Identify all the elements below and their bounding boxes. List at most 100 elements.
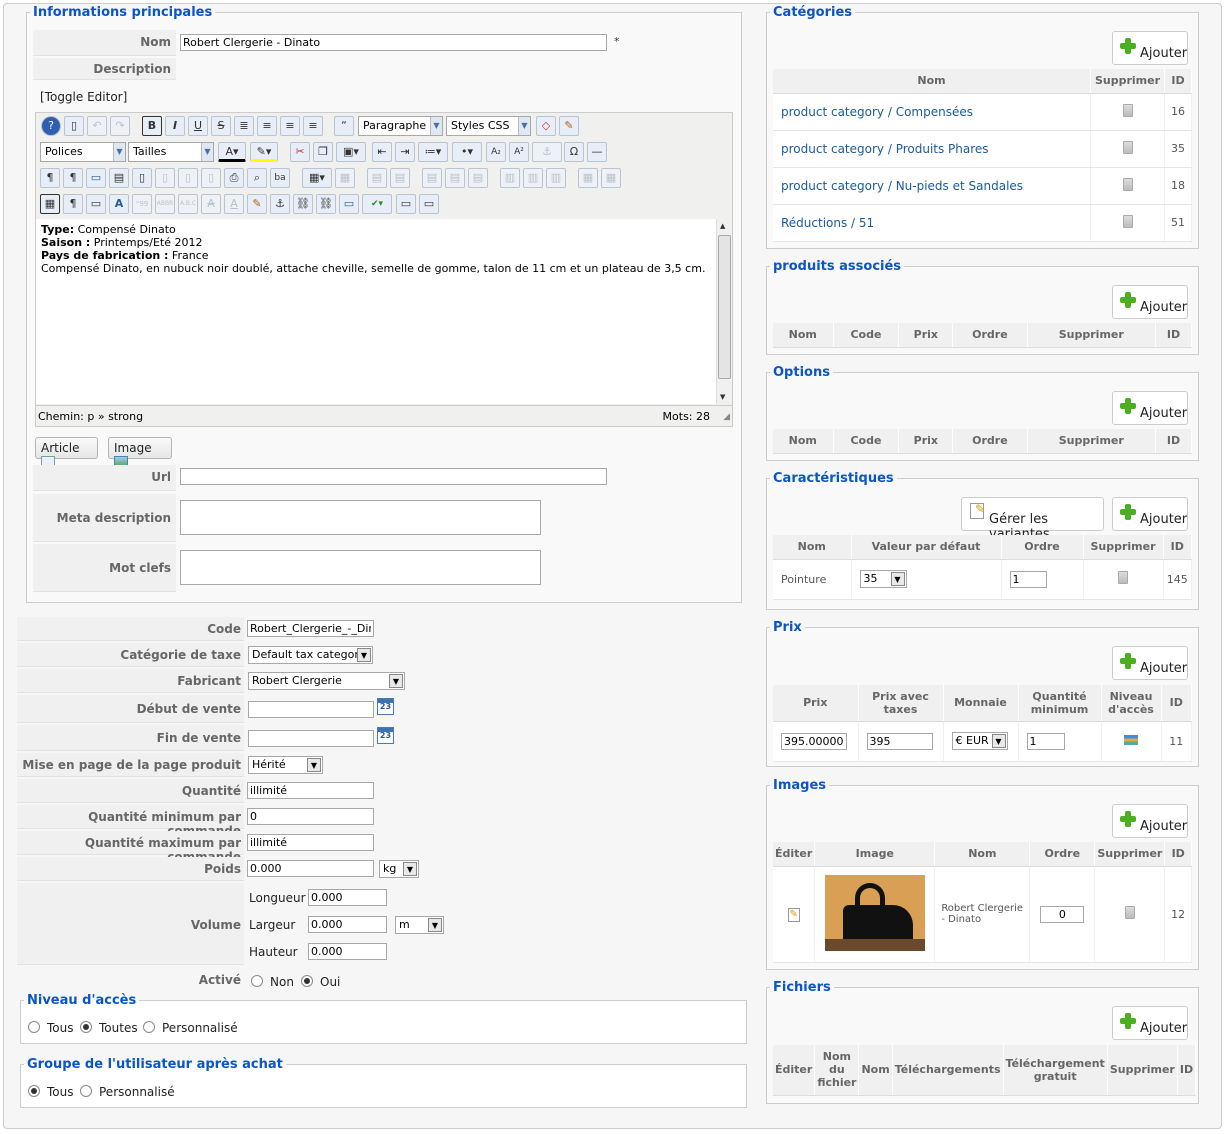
price-with-tax-input[interactable]	[866, 732, 933, 750]
group-custom-radio[interactable]	[80, 1085, 92, 1097]
page-layout-select[interactable]: Hérité ▼	[248, 756, 323, 774]
nom-input[interactable]	[180, 34, 607, 51]
article-button[interactable]: Article	[35, 437, 98, 466]
html-icon[interactable]: ▯	[132, 168, 152, 188]
row-after-icon[interactable]: ▤	[445, 168, 465, 188]
price-input[interactable]	[781, 732, 847, 750]
anchor-insert-icon[interactable]: ⚓	[270, 194, 290, 214]
sale-end-input[interactable]	[248, 730, 374, 747]
max-qty-input[interactable]	[247, 834, 374, 851]
add-option-button[interactable]: Ajouter	[1112, 391, 1188, 425]
delete-col-icon[interactable]: ▥	[546, 168, 566, 188]
min-quantity-input[interactable]	[1026, 732, 1065, 750]
strikethrough-icon[interactable]: S	[211, 116, 231, 136]
text-color-icon[interactable]: A▾	[218, 142, 246, 162]
align-left-icon[interactable]: ≡	[280, 116, 300, 136]
delete-row-icon[interactable]: ▤	[468, 168, 488, 188]
width-input[interactable]	[308, 916, 387, 933]
height-input[interactable]	[308, 943, 387, 960]
toggle-editor-link[interactable]: [Toggle Editor]	[40, 90, 127, 104]
calendar-icon[interactable]: 23	[377, 727, 394, 744]
product-thumbnail[interactable]	[824, 874, 925, 951]
row-props-icon[interactable]: ▤	[367, 168, 387, 188]
anchor-icon[interactable]: ⚓	[532, 142, 562, 162]
active-yes-radio[interactable]	[301, 975, 313, 987]
add-price-button[interactable]: Ajouter	[1112, 646, 1188, 680]
insert-image-icon[interactable]: ▭	[339, 194, 359, 214]
quote-icon[interactable]: “99	[132, 194, 152, 214]
ins-icon[interactable]: A	[224, 194, 244, 214]
image-button[interactable]: Image	[108, 437, 172, 466]
styles-select[interactable]: Styles CSS ▼	[446, 116, 531, 136]
insert-table-icon[interactable]: ▦▾	[302, 168, 332, 188]
sale-start-input[interactable]	[248, 701, 374, 718]
del-icon[interactable]: A	[201, 194, 221, 214]
category-link[interactable]: product category / Nu-pieds et Sandales	[781, 179, 1023, 193]
eraser-icon[interactable]: ◇	[536, 116, 556, 136]
row-before-icon[interactable]: ▤	[422, 168, 442, 188]
layer-icon[interactable]: ▭	[419, 194, 439, 214]
paste-icon[interactable]: ▣▾	[336, 142, 366, 162]
font-select[interactable]: Polices ▼	[40, 142, 126, 162]
pagebreak-icon[interactable]: ▭	[396, 194, 416, 214]
col-before-icon[interactable]: ▥	[500, 168, 520, 188]
ltr-icon[interactable]: ¶	[40, 168, 60, 188]
add-related-button[interactable]: Ajouter	[1112, 285, 1188, 319]
weight-input[interactable]	[247, 860, 374, 877]
url-input[interactable]	[180, 468, 607, 485]
undo-icon[interactable]: ↶	[87, 116, 107, 136]
manage-variants-button[interactable]: ✎Gérer les variantes	[961, 497, 1104, 542]
add-file-button[interactable]: Ajouter	[1112, 1006, 1188, 1040]
size-select[interactable]: Tailles ▼	[128, 142, 214, 162]
rtl-icon[interactable]: ¶	[63, 168, 83, 188]
access-all-radio[interactable]	[28, 1021, 40, 1033]
tax-category-select[interactable]: Default tax category ▼	[248, 646, 373, 664]
highlight-color-icon[interactable]: ✎▾	[250, 142, 278, 162]
category-link[interactable]: product category / Produits Phares	[781, 142, 989, 156]
template-icon[interactable]: ▯	[155, 168, 175, 188]
edit-icon[interactable]: ✎	[787, 907, 800, 922]
indent-icon[interactable]: ⇥	[395, 142, 415, 162]
redo-icon[interactable]: ↷	[110, 116, 130, 136]
cell-props-icon[interactable]: ▤	[390, 168, 410, 188]
merge-cells-icon[interactable]: ▦	[601, 168, 621, 188]
underline-icon[interactable]: U	[188, 116, 208, 136]
visual-aid-icon[interactable]: ▦	[40, 194, 60, 214]
trash-icon[interactable]	[1122, 103, 1133, 117]
add-image-button[interactable]: Ajouter	[1112, 804, 1188, 838]
styles-icon[interactable]: A	[109, 194, 129, 214]
hr-icon[interactable]: —	[587, 142, 607, 162]
delete-table-icon[interactable]: ▦	[335, 168, 355, 188]
new-document-icon[interactable]: ▯	[64, 116, 84, 136]
unlink-icon[interactable]: ⛓	[293, 194, 313, 214]
print-icon[interactable]: ⎙	[224, 168, 244, 188]
quantity-input[interactable]	[247, 782, 374, 799]
nonbreaking-icon[interactable]: ▭	[86, 194, 106, 214]
category-link[interactable]: product category / Compensées	[781, 105, 973, 119]
category-link[interactable]: Réductions / 51	[781, 216, 874, 230]
attribs-icon[interactable]: ✎	[247, 194, 267, 214]
align-center-icon[interactable]: ≡	[257, 116, 277, 136]
code-input[interactable]	[247, 620, 374, 637]
spellcheck-icon[interactable]: ✔▾	[362, 194, 392, 214]
cite-icon[interactable]: ▯	[201, 168, 221, 188]
preview-icon[interactable]: ▤	[109, 168, 129, 188]
length-input[interactable]	[308, 889, 387, 906]
min-qty-input[interactable]	[247, 808, 374, 825]
calendar-icon[interactable]: 23	[377, 698, 394, 715]
outdent-icon[interactable]: ⇤	[372, 142, 392, 162]
manufacturer-select[interactable]: Robert Clergerie ▼	[248, 672, 405, 690]
replace-icon[interactable]: ba	[270, 168, 290, 188]
format-select[interactable]: Paragraphe ▼	[358, 116, 443, 136]
edit-attrs-icon[interactable]: ▯	[178, 168, 198, 188]
link-icon[interactable]: ⛓	[316, 194, 336, 214]
search-icon[interactable]: ⌕	[247, 168, 267, 188]
cleanup-icon[interactable]: ✎	[559, 116, 579, 136]
editor-content-area[interactable]: Type: Compensé Dinato Saison : Printemps…	[36, 219, 716, 404]
default-value-select[interactable]: 35 ▼	[859, 570, 907, 588]
volume-unit-select[interactable]: m ▼	[395, 916, 444, 934]
unordered-list-icon[interactable]: •▾	[452, 142, 482, 162]
access-custom-radio[interactable]	[143, 1021, 155, 1033]
meta-description-input[interactable]	[180, 500, 541, 535]
editor-scrollbar[interactable]: ▲ ▼	[716, 219, 732, 404]
